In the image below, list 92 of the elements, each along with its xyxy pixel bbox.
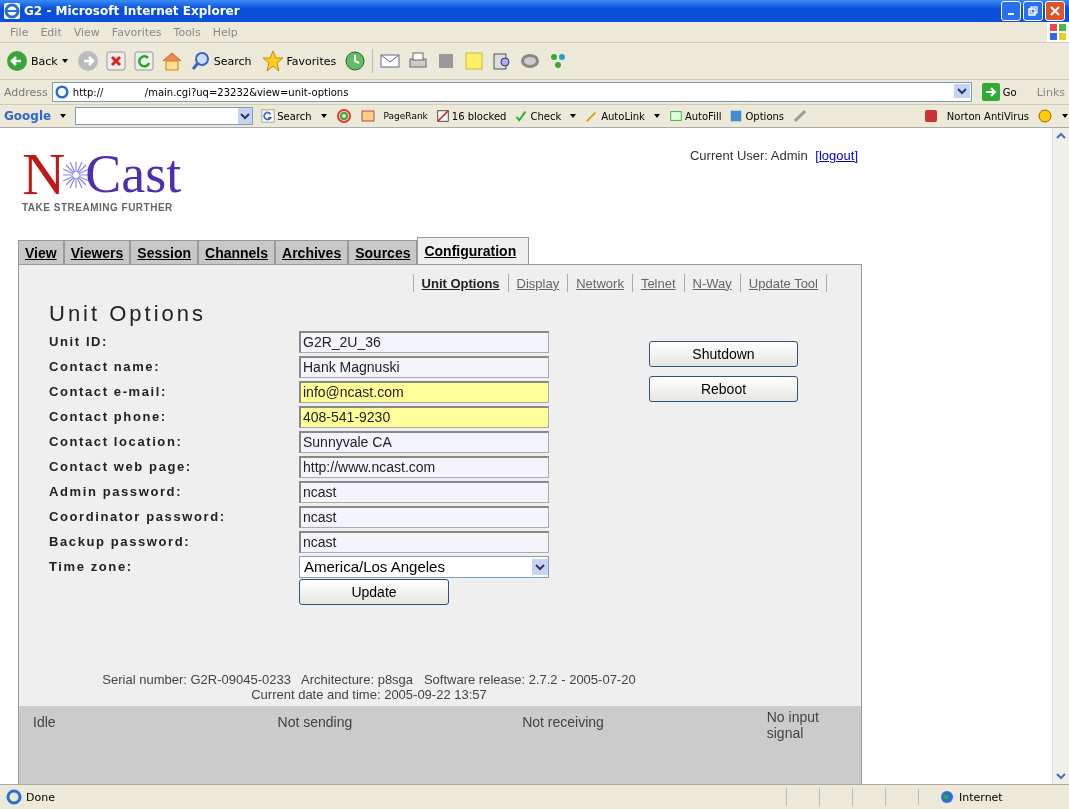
field-label: Contact location: [49, 434, 184, 449]
field-label: Contact phone: [49, 409, 168, 424]
status-text: Done [26, 790, 55, 804]
security-zone-text: Internet [959, 790, 1003, 804]
status-text: No input signal [766, 709, 820, 741]
status-text: Not sending [277, 714, 354, 730]
autofill-button[interactable]: AutoFill [668, 109, 722, 123]
options-button[interactable]: Options [729, 109, 785, 123]
input-field[interactable]: ncast [299, 480, 549, 503]
windows-flag-icon [1047, 22, 1069, 42]
input-field[interactable]: Hank Magnuski [299, 355, 549, 378]
field-label: Time zone: [49, 559, 134, 574]
minimize-icon [1008, 13, 1014, 15]
subtab-link[interactable]: Network [576, 275, 624, 291]
swirl-icon[interactable] [335, 108, 352, 124]
field-label: Backup password: [49, 534, 192, 549]
blocked-window-icon [435, 109, 450, 123]
search-engine-icon [261, 109, 276, 123]
input-field[interactable]: ncast [299, 505, 549, 528]
nav-tab[interactable]: View [18, 240, 64, 264]
home-icon[interactable] [160, 50, 183, 72]
autolink-button[interactable]: AutoLink [585, 109, 645, 123]
system-info-text: Serial number: G2R-09045-0233 Architecture: p8sga Software release: 2.7.2 - 2005-07-20 [102, 672, 636, 687]
field-label: Contact name: [49, 359, 162, 374]
search-button[interactable]: Search [261, 109, 312, 123]
vertical-scrollbar[interactable] [1052, 128, 1069, 784]
form-icon [668, 109, 683, 123]
nav-tab[interactable]: Archives [275, 240, 349, 264]
caret-icon[interactable] [319, 112, 328, 120]
stop-icon[interactable] [104, 50, 127, 72]
time-zone-select[interactable]: America/Los Angeles [299, 555, 549, 578]
caret-icon[interactable] [59, 112, 68, 120]
ncast-logo: N Cast TAKE STREAMING FURTHER [21, 140, 182, 215]
browser-icon [4, 3, 20, 19]
minimize-button[interactable] [1001, 1, 1021, 21]
close-icon [1050, 6, 1060, 16]
input-field[interactable]: Sunnyvale CA [299, 430, 549, 453]
search-icon [190, 51, 211, 71]
caret-icon[interactable] [652, 112, 661, 120]
search-field[interactable] [75, 107, 254, 125]
address-field[interactable]: http:// /main.cgi?uq=23232&view=unit-options [51, 82, 972, 102]
go-button[interactable]: Go [975, 82, 1023, 102]
field-label: Contact e-mail: [49, 384, 168, 399]
history-icon[interactable] [344, 50, 367, 72]
caret-icon[interactable] [569, 112, 578, 120]
input-field[interactable]: info@ncast.com [299, 380, 549, 403]
pagerank-meter: PageRank [383, 111, 428, 121]
subtab-link[interactable]: Update Tool [748, 275, 818, 291]
maximize-button[interactable] [1023, 1, 1043, 21]
nav-tab[interactable]: Sources [348, 240, 418, 264]
subtab-link[interactable]: Unit Options [421, 275, 500, 291]
field-label: Unit ID: [49, 334, 109, 349]
search-button[interactable]: Search [188, 51, 254, 71]
input-field[interactable]: http://www.ncast.com [299, 455, 549, 478]
nav-tab[interactable]: Session [130, 240, 199, 264]
address-label: Address [4, 85, 48, 99]
favorites-button[interactable]: Favorites [259, 50, 339, 72]
spell-check-button[interactable]: Check [514, 109, 562, 123]
subtab-link[interactable]: N-Way [692, 275, 732, 291]
input-field[interactable]: G2R_2U_36 [299, 330, 549, 353]
nav-tab[interactable]: Configuration [417, 237, 530, 264]
input-field[interactable]: ncast [299, 530, 549, 553]
nav-tab[interactable]: Viewers [63, 240, 131, 264]
action-button[interactable]: Reboot [649, 376, 798, 402]
field-label: Admin password: [49, 484, 184, 499]
caret-icon[interactable] [60, 57, 69, 65]
globe-icon [939, 789, 955, 805]
star-icon [261, 50, 284, 72]
google-toolbar-logo[interactable]: Google [4, 109, 52, 123]
refresh-icon[interactable] [132, 50, 155, 72]
back-button[interactable]: Back [4, 50, 71, 72]
popup-blocker-button[interactable]: 16 blocked [435, 109, 507, 123]
input-field[interactable]: 408-541-9230 [299, 405, 549, 428]
norton-antivirus-button[interactable]: Norton AntiVirus [946, 110, 1029, 122]
nav-tab[interactable]: Channels [198, 240, 276, 264]
restore-icon [1028, 6, 1038, 16]
status-text: Not receiving [522, 714, 605, 730]
date-time-text: Current date and time: 2005-09-22 13:57 [251, 687, 487, 702]
current-user-text: Current User: Admin [689, 148, 808, 163]
caret-icon[interactable] [1061, 112, 1069, 120]
close-button[interactable] [1045, 1, 1065, 21]
update-button[interactable]: Update [299, 578, 449, 605]
action-button[interactable]: Shutdown [649, 341, 798, 367]
logout-link[interactable]: [logout] [815, 148, 858, 163]
section-heading: Unit Options [49, 301, 208, 327]
field-label: Contact web page: [49, 459, 193, 474]
subtab-link[interactable]: Display [516, 275, 560, 291]
status-text: Idle [33, 714, 57, 730]
checkmark-icon [514, 109, 529, 123]
window-title: G2 - Microsoft Internet Explorer [24, 4, 241, 18]
subtab-link[interactable]: Telnet [640, 275, 676, 291]
field-label: Coordinator password: [49, 509, 227, 524]
